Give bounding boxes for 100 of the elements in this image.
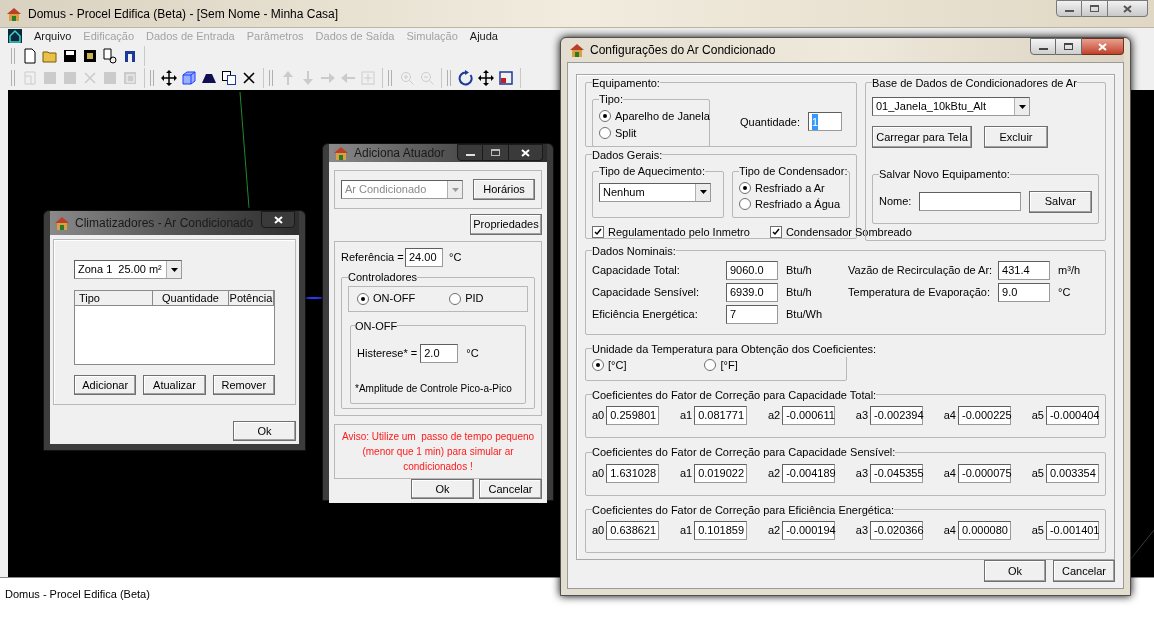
- cancel-button[interactable]: Cancelar: [1053, 560, 1115, 582]
- radio-label[interactable]: Resfriado a Ar: [755, 179, 825, 196]
- cube-icon[interactable]: [181, 70, 197, 86]
- maximize-button[interactable]: [1082, 0, 1108, 17]
- house-icon: [569, 41, 585, 58]
- radio-label[interactable]: Aparelho de Janela: [615, 107, 710, 124]
- group-title: Unidade da Temperatura para Obtenção dos Coeficientes:: [592, 341, 877, 357]
- caret-down-icon: [170, 267, 178, 272]
- input-field[interactable]: -0.000194: [782, 521, 836, 540]
- field-label: Quantidade:: [740, 114, 800, 130]
- move-arrows-icon[interactable]: [478, 70, 494, 86]
- add-button[interactable]: Adicionar: [74, 375, 137, 395]
- close-button[interactable]: [1108, 0, 1148, 17]
- input-field[interactable]: 0.081771: [694, 406, 748, 425]
- menu-item[interactable]: Ajuda: [469, 27, 498, 45]
- input-field[interactable]: -0.000404: [1045, 406, 1099, 425]
- input-field[interactable]: -0.045355: [870, 463, 924, 483]
- checkbox-label[interactable]: Regulamentado pelo Inmetro: [608, 223, 750, 240]
- input-field[interactable]: 0.259801: [606, 406, 660, 425]
- field-label: a2: [767, 523, 781, 539]
- save-button[interactable]: Salvar: [1028, 190, 1092, 213]
- close-button[interactable]: [509, 144, 543, 161]
- schedules-button[interactable]: Horários: [473, 179, 535, 200]
- field-label: a2: [767, 408, 781, 424]
- close-button[interactable]: [261, 211, 295, 228]
- door-icon[interactable]: [122, 48, 138, 64]
- radio-button[interactable]: [599, 127, 611, 140]
- remove-button[interactable]: Remover: [212, 375, 275, 395]
- column-header[interactable]: Potência: [229, 291, 274, 305]
- input-field[interactable]: -0.002394: [870, 406, 924, 425]
- selection-icon[interactable]: [498, 70, 514, 86]
- input-field[interactable]: 0.019022: [694, 463, 748, 483]
- column-header[interactable]: Quantidade: [153, 291, 229, 305]
- input-field[interactable]: -0.000611: [782, 406, 836, 425]
- input-field[interactable]: 0.000080: [958, 521, 1011, 540]
- app-icon[interactable]: [8, 29, 22, 43]
- input-field[interactable]: 7: [726, 304, 778, 324]
- input-field[interactable]: -0.001401: [1045, 521, 1099, 540]
- load-button[interactable]: Carregar para Tela: [872, 126, 972, 148]
- group-title: Dados Gerais:: [592, 147, 663, 163]
- input-field[interactable]: 0.638621: [606, 521, 660, 540]
- group-title: Tipo de Condensador:: [739, 164, 848, 179]
- radio-label[interactable]: Split: [615, 125, 637, 142]
- field-label: a2: [767, 465, 781, 481]
- radio-label[interactable]: [°F]: [720, 357, 738, 374]
- radio-button[interactable]: [449, 292, 462, 305]
- move-arrows-icon[interactable]: [161, 70, 177, 86]
- radio-button[interactable]: [357, 292, 369, 305]
- footnote: *Amplitude de Controle Pico-a-Pico: [355, 383, 512, 394]
- properties-button[interactable]: Propriedades: [470, 214, 542, 235]
- input-field[interactable]: 0.101859: [694, 521, 748, 540]
- x-icon[interactable]: [241, 70, 257, 86]
- radio-button[interactable]: [592, 359, 604, 372]
- input-field[interactable]: 1.631028: [606, 463, 660, 483]
- new-document-icon[interactable]: [22, 48, 38, 64]
- input-field[interactable]: 9060.0: [726, 260, 778, 280]
- input-field[interactable]: -0.020366: [870, 521, 924, 540]
- radio-button[interactable]: [599, 109, 611, 122]
- radio-button[interactable]: [704, 359, 717, 372]
- radio-button[interactable]: [739, 181, 751, 194]
- input-field[interactable]: -0.000225: [958, 406, 1011, 425]
- input-field[interactable]: -0.000075: [958, 463, 1011, 483]
- maximize-button[interactable]: [483, 144, 509, 161]
- delete-button[interactable]: Excluir: [984, 126, 1048, 148]
- unit-label: °C: [466, 346, 479, 362]
- close-button[interactable]: [1082, 38, 1124, 55]
- maximize-button[interactable]: [1056, 38, 1082, 55]
- input-field[interactable]: 24.00: [405, 248, 443, 267]
- input-field[interactable]: 9.0: [998, 282, 1051, 302]
- input-field[interactable]: [919, 192, 1021, 211]
- chip-icon[interactable]: [82, 48, 98, 64]
- checkbox[interactable]: [592, 225, 604, 238]
- dropdown[interactable]: 01_Janela_10kBtu_Alt: [872, 97, 1030, 116]
- document-gear-icon[interactable]: [102, 48, 118, 64]
- ok-button[interactable]: Ok: [411, 479, 474, 499]
- input-field[interactable]: 0.003354: [1045, 463, 1099, 483]
- dropdown[interactable]: Zona 1 25.00 m²: [74, 260, 182, 279]
- update-button[interactable]: Atualizar: [143, 375, 206, 395]
- checkbox-label[interactable]: Condensador Sombreado: [785, 223, 912, 240]
- menu-item[interactable]: Arquivo: [34, 27, 72, 45]
- rotate-icon[interactable]: [458, 70, 474, 86]
- cancel-button[interactable]: Cancelar: [479, 479, 542, 499]
- dropdown[interactable]: Nenhum: [599, 182, 711, 202]
- radio-button[interactable]: [739, 198, 751, 211]
- radio-label[interactable]: ON-OFF: [373, 290, 416, 307]
- input-field[interactable]: -0.004189: [782, 463, 836, 483]
- radio-label[interactable]: [°C]: [608, 357, 627, 374]
- copy-icon[interactable]: [221, 70, 237, 86]
- checkbox[interactable]: [769, 225, 782, 238]
- input-field[interactable]: 431.4: [998, 260, 1051, 280]
- minimize-button[interactable]: [1030, 38, 1056, 55]
- minimize-button[interactable]: [1056, 0, 1082, 17]
- column-header[interactable]: Tipo: [75, 291, 153, 305]
- minimize-button[interactable]: [457, 144, 483, 161]
- radio-label[interactable]: PID: [465, 290, 484, 307]
- ok-button[interactable]: Ok: [233, 421, 296, 441]
- input-field[interactable]: 2.0: [420, 344, 459, 363]
- input-field[interactable]: 6939.0: [726, 282, 778, 302]
- ok-button[interactable]: Ok: [984, 560, 1046, 582]
- radio-label[interactable]: Resfriado a Água: [755, 196, 840, 213]
